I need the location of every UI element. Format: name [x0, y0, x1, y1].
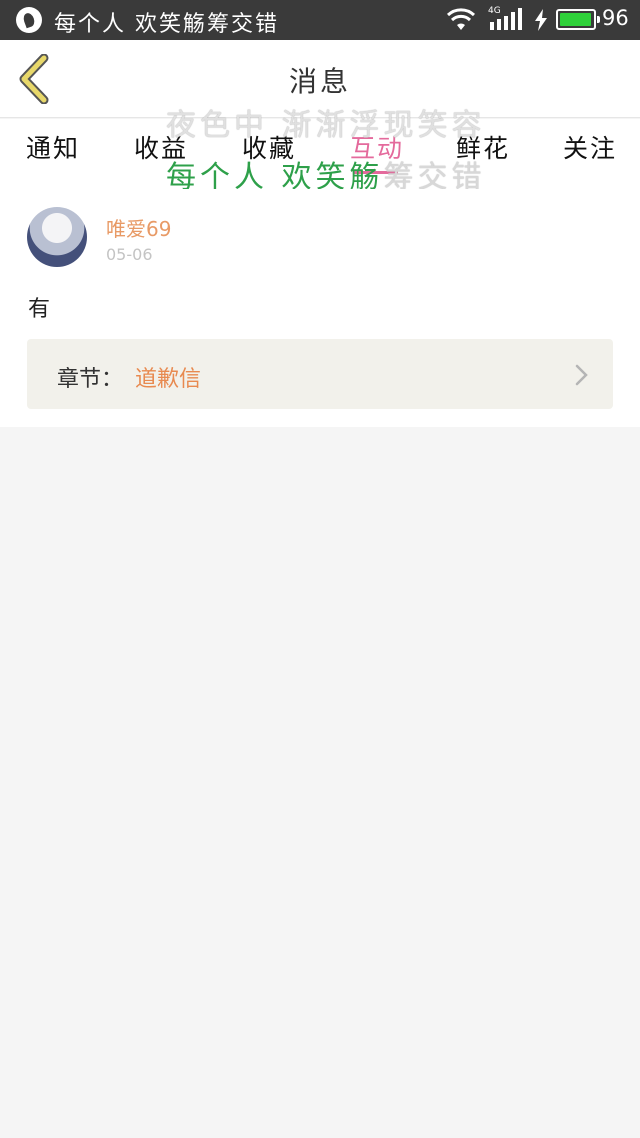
tab-following[interactable]: 关注	[563, 129, 617, 165]
page-title: 消息	[288, 65, 351, 98]
chapter-name: 道歉信	[135, 367, 202, 392]
chevron-right-icon	[575, 364, 588, 386]
battery-level: 96	[602, 6, 629, 30]
wifi-icon	[446, 8, 476, 30]
username[interactable]: 唯爱69	[106, 213, 171, 242]
message-content: 有	[28, 297, 51, 322]
tab-interactions[interactable]: 互动	[350, 129, 404, 165]
tab-favorites[interactable]: 收藏	[242, 129, 296, 165]
tab-earnings[interactable]: 收益	[134, 129, 188, 165]
active-tab-indicator	[354, 171, 398, 174]
battery-icon	[556, 9, 600, 30]
tab-flowers[interactable]: 鲜花	[456, 129, 510, 165]
tab-bar: 通知 收益 收藏 互动 鲜花 关注	[0, 119, 640, 189]
chapter-label: 章节：	[57, 367, 124, 392]
status-bar: 每个人 欢笑觞筹交错 4G 96	[0, 0, 640, 40]
app-icon	[16, 7, 42, 33]
chapter-link[interactable]: 章节： 道歉信	[27, 339, 613, 409]
message-card: 唯爱69 05-06 有 章节： 道歉信	[0, 189, 640, 427]
message-date: 05-06	[106, 245, 153, 264]
header-bar: 消息	[0, 40, 640, 118]
tab-notifications[interactable]: 通知	[26, 129, 80, 165]
signal-icon	[490, 8, 522, 30]
avatar[interactable]	[27, 207, 87, 267]
charging-icon	[535, 9, 547, 31]
status-bar-notification-text: 每个人 欢笑觞筹交错	[54, 12, 279, 37]
